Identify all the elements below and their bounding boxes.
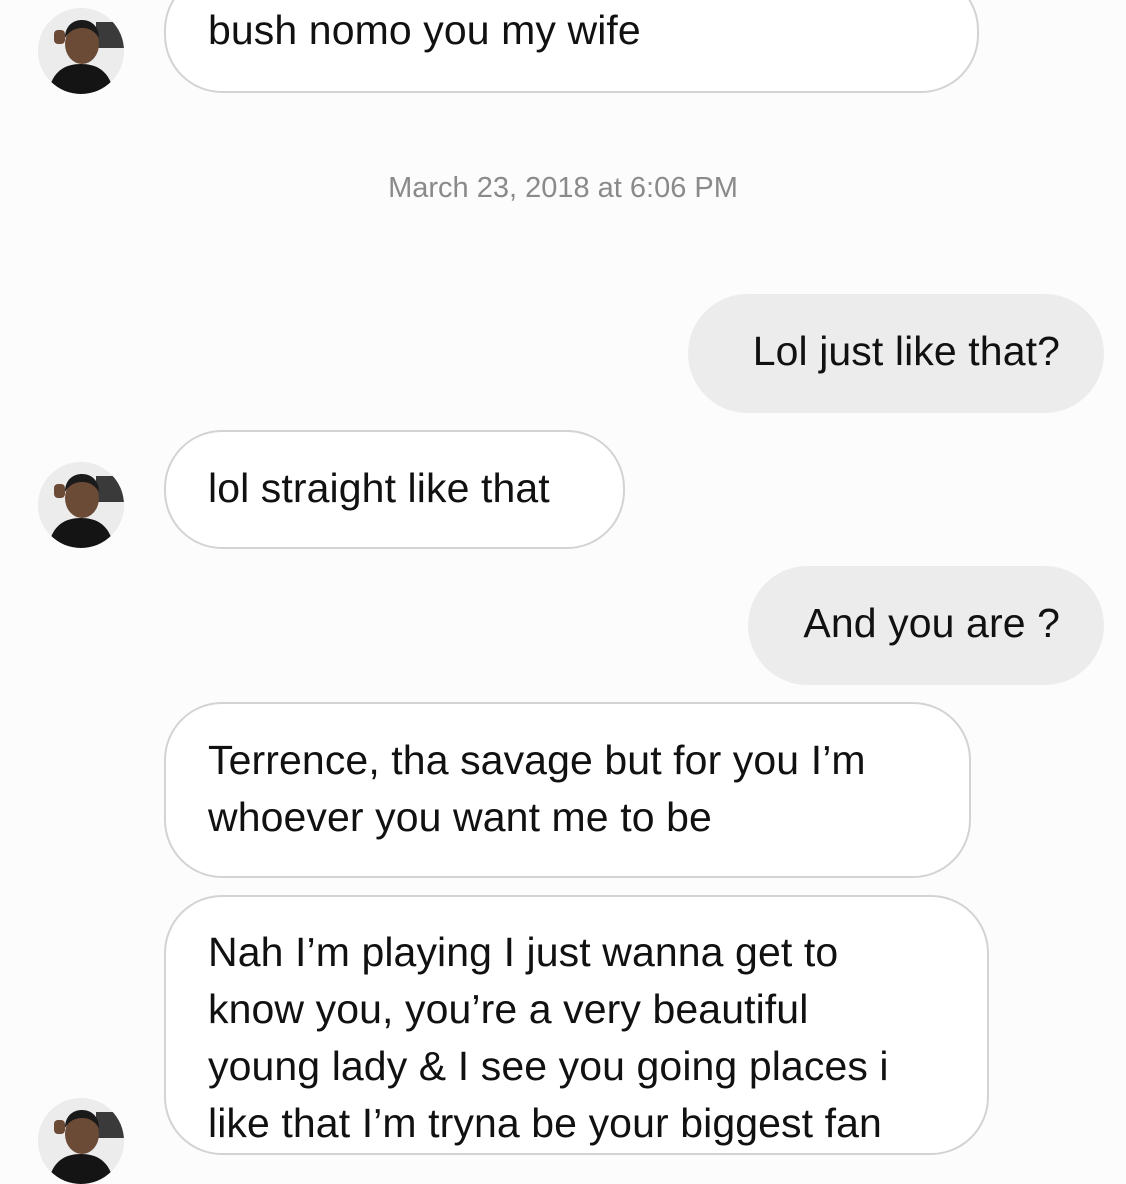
message-text: And you are ? [803,600,1060,646]
contact-avatar[interactable] [38,8,124,94]
message-bubble-incoming[interactable]: Nah I’m playing I just wanna get to know… [164,895,989,1155]
message-bubble-incoming[interactable]: Terrence, tha savage but for you I’m who… [164,702,971,878]
profile-photo-icon [38,1098,124,1184]
message-text-line: know you, you’re a very beautiful [208,986,809,1032]
message-bubble-incoming[interactable]: lol straight like that [164,430,625,549]
message-text-line: Terrence, tha savage but for you I’m [208,737,866,783]
contact-avatar[interactable] [38,1098,124,1184]
message-text: Lol just like that? [752,328,1060,374]
message-bubble-incoming[interactable]: bush nomo you my wife [164,0,979,93]
message-bubble-outgoing[interactable]: Lol just like that? [688,294,1104,413]
message-text: lol straight like that [208,465,550,511]
message-text-line: Nah I’m playing I just wanna get to [208,929,839,975]
profile-photo-icon [38,462,124,548]
profile-photo-icon [38,8,124,94]
message-text-line: young lady & I see you going places i [208,1043,889,1089]
message-timestamp: March 23, 2018 at 6:06 PM [388,172,738,204]
message-bubble-outgoing[interactable]: And you are ? [748,566,1104,685]
message-text: bush nomo you my wife [208,7,641,53]
contact-avatar[interactable] [38,462,124,548]
message-text-line: whoever you want me to be [208,794,712,840]
message-text-line: like that I’m tryna be your biggest fan [208,1100,882,1146]
